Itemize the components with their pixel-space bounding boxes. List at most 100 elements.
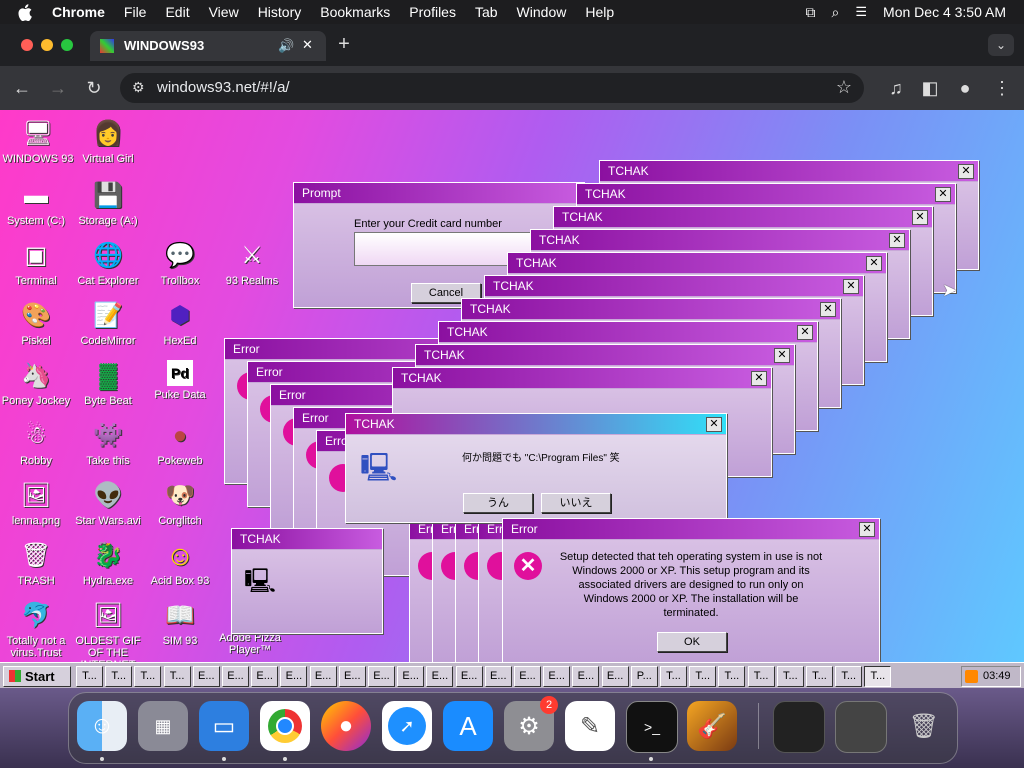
tchak-titlebar[interactable]: TCHAK ✕ <box>600 161 978 181</box>
menu-tab[interactable]: Tab <box>475 4 498 20</box>
tchak-titlebar[interactable]: TCHAK ✕ <box>416 345 794 365</box>
taskbar-window-button[interactable]: E... <box>309 666 337 687</box>
screen-mirroring-icon[interactable]: ⧉ <box>806 4 816 21</box>
forward-arrow-icon[interactable]: → <box>46 76 70 100</box>
taskbar-window-button[interactable]: T... <box>718 666 746 687</box>
system-settings-icon[interactable]: ⚙ 2 <box>504 696 558 751</box>
bookmark-star-icon[interactable]: ☆ <box>836 77 852 98</box>
garageband-icon[interactable]: 🎸 <box>687 701 737 751</box>
site-info-icon[interactable]: ⚙ <box>132 79 145 96</box>
close-icon[interactable]: ✕ <box>859 522 875 537</box>
menubar-clock[interactable]: Mon Dec 4 3:50 AM <box>883 4 1006 20</box>
close-icon[interactable]: ✕ <box>797 325 813 340</box>
chrome-menu-icon[interactable]: ⋮ <box>990 76 1014 100</box>
taskbar-window-button[interactable]: T... <box>105 666 133 687</box>
menu-bookmarks[interactable]: Bookmarks <box>320 4 390 20</box>
taskbar-window-button[interactable]: E... <box>543 666 571 687</box>
address-bar[interactable]: ⚙ windows93.net/#!/a/ ☆ <box>120 73 864 103</box>
taskbar-clock[interactable]: 03:49 <box>983 667 1011 686</box>
desktop-icon-codemirror[interactable]: 📝 CodeMirror <box>72 300 144 348</box>
desktop-icon-star-wars-avi[interactable]: 👽 Star Wars.avi <box>72 480 144 528</box>
control-center-icon[interactable]: ☰ <box>855 4 867 20</box>
taskbar-window-button[interactable]: T... <box>163 666 191 687</box>
yes-button[interactable]: うん <box>463 493 533 513</box>
close-icon[interactable]: ✕ <box>751 371 767 386</box>
window-thumbnail-2-icon[interactable] <box>835 701 887 753</box>
tchak-titlebar[interactable]: TCHAK ✕ <box>485 276 863 296</box>
app-store-icon[interactable]: A <box>443 701 493 751</box>
taskbar-window-button[interactable]: E... <box>251 666 279 687</box>
close-icon[interactable]: ✕ <box>820 302 836 317</box>
menu-window[interactable]: Window <box>517 4 567 20</box>
desktop-icon-adobe-pizza-player[interactable]: Adobe Pizza Player™ <box>214 632 286 656</box>
taskbar-window-button[interactable]: E... <box>455 666 483 687</box>
taskbar-window-button[interactable]: T... <box>660 666 687 687</box>
taskbar-window-button[interactable]: E... <box>426 666 454 687</box>
taskbar-window-button[interactable]: P... <box>630 666 658 687</box>
taskbar-window-button[interactable]: T... <box>689 666 717 687</box>
tab-search-chevron-icon[interactable]: ⌄ <box>988 34 1014 56</box>
desktop-icon-corglitch[interactable]: 🐶 Corglitch <box>144 480 216 528</box>
tab-close-icon[interactable]: ✕ <box>302 37 313 53</box>
reload-icon[interactable]: ↻ <box>82 76 106 100</box>
window-thumbnail-1-icon[interactable] <box>773 701 825 753</box>
no-button[interactable]: いいえ <box>541 493 611 513</box>
tchak-dialog-titlebar[interactable]: TCHAK ✕ <box>346 414 726 434</box>
desktop-icon-windows93[interactable]: 🖥 WINDOWS 93 <box>2 118 74 166</box>
start-button[interactable]: Start <box>3 666 71 687</box>
close-icon[interactable]: ✕ <box>866 256 882 271</box>
desktop-icon-hexed[interactable]: ⬢ HexEd <box>144 300 216 348</box>
app-menu-chrome[interactable]: Chrome <box>52 4 105 20</box>
desktop-icon-lenna-png[interactable]: 🖼 lenna.png <box>0 480 72 528</box>
taskbar-window-button[interactable]: E... <box>484 666 512 687</box>
terminal-app-icon[interactable]: >_ <box>626 701 678 753</box>
prompt-titlebar[interactable]: Prompt <box>294 183 584 203</box>
desktop-icon-byte-beat[interactable]: ▓ Byte Beat <box>72 360 144 408</box>
desktop-icon-sim-93[interactable]: 📖 SIM 93 <box>144 600 216 648</box>
taskbar-window-button[interactable]: T... <box>747 666 775 687</box>
taskbar-window-button[interactable]: T... <box>835 666 863 687</box>
finder-icon[interactable]: ☺ <box>77 701 127 751</box>
desktop-icon-acid-box-93[interactable]: ☺ Acid Box 93 <box>144 540 216 588</box>
new-tab-icon[interactable]: + <box>334 34 354 54</box>
desktop-icon-puke-data[interactable]: Pd Puke Data <box>144 360 216 401</box>
close-icon[interactable]: ✕ <box>706 417 722 432</box>
keynote-icon[interactable]: ▭ <box>199 701 249 751</box>
close-window-icon[interactable] <box>21 39 33 51</box>
taskbar-window-button[interactable]: T... <box>76 666 103 687</box>
trash-bin-icon[interactable]: 🗑 <box>899 701 949 751</box>
tchak-titlebar[interactable]: TCHAK ✕ <box>439 322 817 342</box>
error-dialog-titlebar[interactable]: Error ✕ <box>503 519 879 539</box>
browser-tab[interactable]: WINDOWS93 🔊 ✕ <box>90 31 326 61</box>
media-controls-icon[interactable]: ♫ <box>884 76 908 100</box>
taskbar-window-button[interactable]: E... <box>368 666 395 687</box>
desktop-icon-virtual-girl[interactable]: 👩 Virtual Girl <box>72 118 144 166</box>
tchak-titlebar[interactable]: TCHAK <box>232 529 382 549</box>
desktop-icon-trash[interactable]: 🗑 TRASH <box>0 540 72 588</box>
taskbar-window-button[interactable]: E... <box>601 666 629 687</box>
taskbar-window-button[interactable]: E... <box>222 666 249 687</box>
apple-menu-icon[interactable] <box>18 3 36 21</box>
close-icon[interactable]: ✕ <box>889 233 905 248</box>
launchpad-icon[interactable]: ▦ <box>138 701 188 751</box>
desktop-icon-take-this[interactable]: 👾 Take this <box>72 420 144 468</box>
tab-audio-icon[interactable]: 🔊 <box>278 38 294 54</box>
desktop-icon-terminal[interactable]: ▣ Terminal <box>0 240 72 288</box>
desktop-icon-totally-not-a-virus[interactable]: 🐬 Totally not a virus.Trust <box>0 600 72 660</box>
tchak-titlebar[interactable]: TCHAK ✕ <box>393 368 771 388</box>
taskbar-window-button[interactable]: E... <box>514 666 541 687</box>
desktop-icon-poney-jockey[interactable]: 🦄 Poney Jockey <box>0 360 72 408</box>
taskbar-window-button[interactable]: T... <box>806 666 833 687</box>
desktop-icon-piskel[interactable]: 🎨 Piskel <box>0 300 72 348</box>
desktop-icon-system-c[interactable]: ▬ System (C:) <box>0 180 72 228</box>
taskbar-window-button[interactable]: T... <box>134 666 162 687</box>
close-icon[interactable]: ✕ <box>774 348 790 363</box>
desktop-icon-hydra-exe[interactable]: 🐉 Hydra.exe <box>72 540 144 588</box>
desktop-icon-trollbox[interactable]: 💬 Trollbox <box>144 240 216 288</box>
taskbar-window-button[interactable]: E... <box>338 666 366 687</box>
profile-avatar-icon[interactable]: ● <box>953 76 977 100</box>
zoom-window-icon[interactable] <box>61 39 73 51</box>
rss-feed-icon[interactable] <box>965 670 978 683</box>
menu-file[interactable]: File <box>124 4 147 20</box>
desktop-icon-storage-a[interactable]: 💾 Storage (A:) <box>72 180 144 228</box>
